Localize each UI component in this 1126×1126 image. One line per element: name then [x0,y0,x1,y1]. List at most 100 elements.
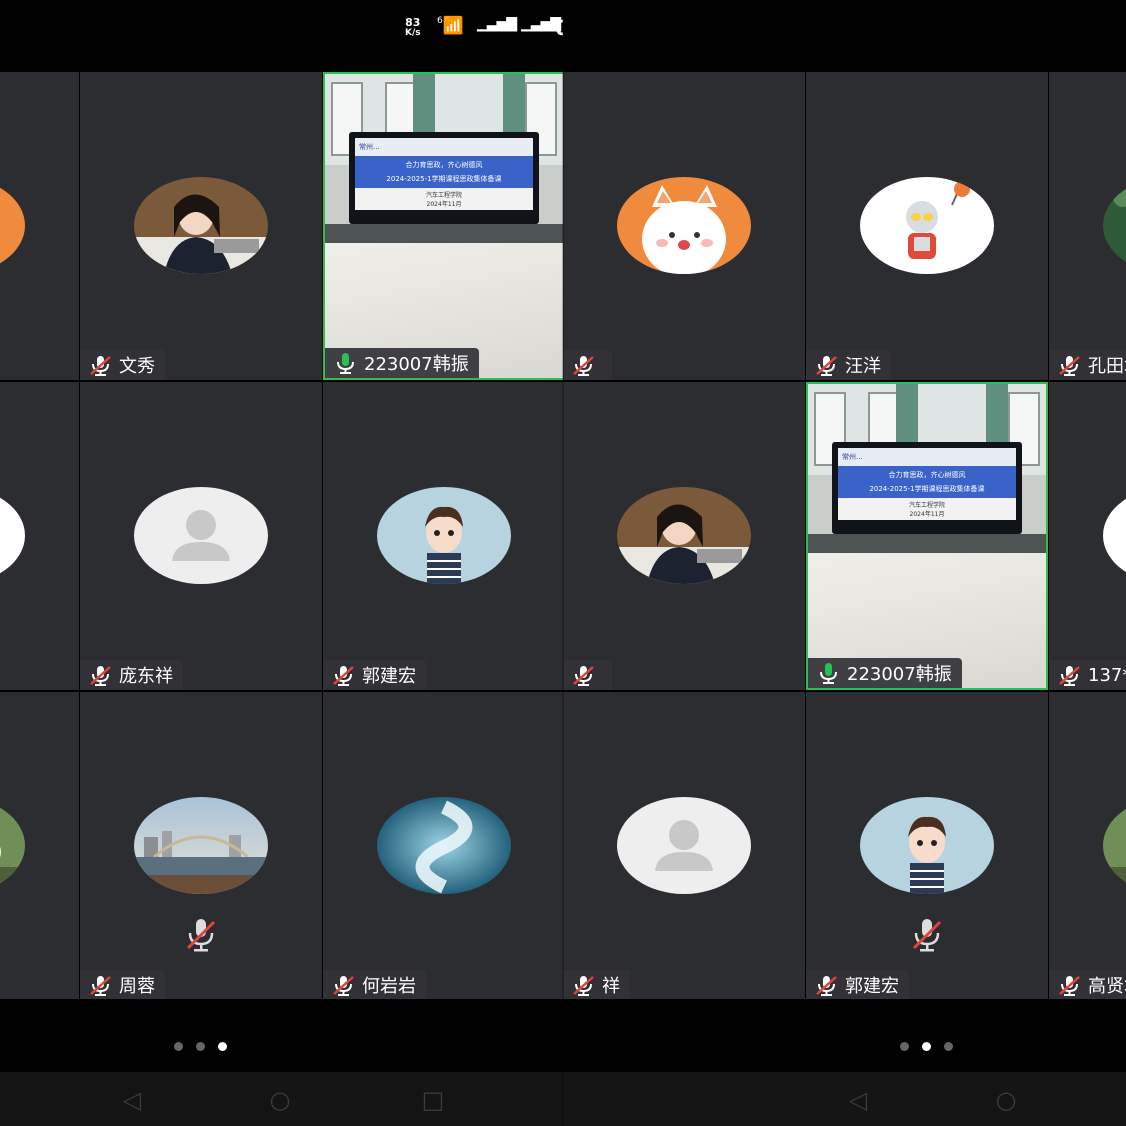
participant-tile[interactable]: 庞东祥 [80,382,322,690]
mic-off-icon [1057,354,1081,376]
participant-tile[interactable]: 常州... 合力育思政，齐心树德风 2024-2025-1学期课程思政集体备课 … [806,382,1048,690]
bunny-avatar [0,177,25,274]
camera-video-feed: 常州... 合力育思政，齐心树德风 2024-2025-1学期课程思政集体备课 … [808,384,1046,688]
woman-photo-avatar [617,487,751,584]
participant-name: 孔田增 [1088,356,1126,377]
meeting-screen: 91.5K/s 6📶 ▁▃▅▇ ▁▃▅▇ 05 ◉ ⏰ ✱ ▮ 汪洋 孔田增 常… [563,0,1126,1126]
panda-avatar [0,797,25,894]
display-line1: 合力育思政，齐心树德风 [405,161,483,169]
participant-name-tag [563,350,612,380]
default-avatar [617,797,751,894]
page-dot[interactable] [173,1042,183,1051]
participant-tile[interactable]: 何岩岩 [323,692,563,1000]
participant-name: 郭建宏 [362,666,416,687]
mic-off-icon [331,664,355,686]
right-phone-screenshot: 91.5K/s 6📶 ▁▃▅▇ ▁▃▅▇ 05 ◉ ⏰ ✱ ▮ 汪洋 孔田增 常… [563,0,1126,1126]
back-icon[interactable]: ◁ [846,1088,870,1112]
mic-off-icon [814,974,838,996]
home-icon[interactable]: ○ [268,1088,292,1112]
participant-tile[interactable]: 汪洋 [806,72,1048,380]
participant-name: 郭建宏 [845,976,899,997]
mic-off-icon [1057,664,1081,686]
girl-scooter-avatar [1103,487,1126,584]
page-dot[interactable] [921,1042,931,1051]
page-dot[interactable] [195,1042,205,1051]
display-school-name: 常州... [838,448,1016,466]
participant-tile[interactable] [563,72,805,380]
camera-video-feed: 常州... 合力育思政，齐心树德风 2024-2025-1学期课程思政集体备课 … [325,74,563,378]
status-bar: 83K/s 6📶 ▁▃▅▇ ▁▃▅▇ 05 ◉ ⏰ ✱ ▮ [0,0,563,62]
mic-off-icon [88,974,112,996]
status-bar: 91.5K/s 6📶 ▁▃▅▇ ▁▃▅▇ 05 ◉ ⏰ ✱ ▮ [563,0,1126,62]
participant-name-tag [563,660,612,690]
participant-name: 文秀 [119,356,155,377]
participant-name: 祥 [602,976,620,997]
participant-tile[interactable]: 常州... 合力育思政，齐心树德风 2024-2025-1学期课程思政集体备课 … [323,72,563,380]
participant-tile[interactable]: *****0160 [0,382,79,690]
girl-scooter-avatar [0,487,25,584]
participant-name-tag: 何岩岩 [323,970,426,1000]
participant-tile[interactable]: 周蓉 [80,692,322,1000]
display-line1: 合力育思政，齐心树德风 [888,471,966,479]
participant-grid: 汪洋 孔田增 常州... 合力育思政，齐心树德风 2024-2025-1学期课程… [563,72,1126,1000]
page-indicator-bar [0,999,563,1072]
participant-name-tag: 周蓉 [80,970,165,1000]
back-icon[interactable]: ◁ [120,1088,144,1112]
participant-name-tag: 文秀 [80,350,165,380]
woman-photo-avatar [134,177,268,274]
muted-mic-icon [909,917,945,953]
participant-name: 223007韩振 [364,354,469,375]
participant-name-tag: 高贤君 [1049,970,1126,1000]
screenshot-divider [562,0,564,1126]
display-line2: 2024-2025-1学期课程思政集体备课 [869,485,985,493]
muted-mic-icon [183,917,219,953]
participant-name: 庞东祥 [119,666,173,687]
display-line4: 2024年11月 [909,511,945,518]
display-line3: 汽车工程学院 [425,192,462,199]
participant-name-tag: 郭建宏 [806,970,909,1000]
mic-off-icon [814,354,838,376]
participant-name-tag: 庞东祥 [80,660,183,690]
participant-name-tag: 孔田增 [1049,350,1126,380]
participant-name-tag: 137****016 [1049,660,1126,690]
recents-icon[interactable]: □ [421,1088,445,1112]
participant-name-tag: 郭建宏 [323,660,426,690]
page-dot[interactable] [217,1042,227,1051]
meeting-screen: 83K/s 6📶 ▁▃▅▇ ▁▃▅▇ 05 ◉ ⏰ ✱ ▮ 文秀 常州... 合… [0,0,563,1126]
participant-tile[interactable]: 文秀 [80,72,322,380]
participant-grid: 文秀 常州... 合力育思政，齐心树德风 2024-2025-1学期课程思政集体… [0,72,563,1000]
participant-tile[interactable]: 137****016 [1049,382,1126,690]
participant-name-tag: 祥 [563,970,630,1000]
participant-tile[interactable]: 高贤君 [1049,692,1126,1000]
mic-off-icon [331,974,355,996]
mic-on-icon [333,352,357,374]
home-icon[interactable]: ○ [994,1088,1018,1112]
system-nav-bar: ◁ ○ □ [0,1072,563,1126]
mic-off-icon [88,664,112,686]
participant-tile[interactable] [563,382,805,690]
cell-signal-icon: ▁▃▅▇ [477,16,517,32]
participant-name: 137****016 [1088,664,1126,686]
page-dot[interactable] [943,1042,953,1051]
participant-name-tag: 汪洋 [806,350,891,380]
mic-off-icon [571,354,595,376]
participant-tile[interactable]: 祥 [563,692,805,1000]
mic-off-icon [571,974,595,996]
participant-tile[interactable]: 郭建宏 [806,692,1048,1000]
participant-tile[interactable]: 郭建宏 [323,382,563,690]
classroom-display: 常州... 合力育思政，齐心树德风 2024-2025-1学期课程思政集体备课 … [349,132,539,224]
classroom-display: 常州... 合力育思政，齐心树德风 2024-2025-1学期课程思政集体备课 … [832,442,1022,534]
panda-avatar [1103,797,1126,894]
display-line2: 2024-2025-1学期课程思政集体备课 [386,175,502,183]
display-line3: 汽车工程学院 [908,502,945,509]
participant-tile[interactable]: 君 [0,692,79,1000]
display-school-name: 常州... [355,138,533,156]
page-dot[interactable] [899,1042,909,1051]
participant-tile[interactable] [0,72,79,380]
mic-off-icon [571,664,595,686]
participant-tile[interactable]: 孔田增 [1049,72,1126,380]
participant-name: 223007韩振 [847,664,952,685]
participant-name: 汪洋 [845,356,881,377]
default-avatar [134,487,268,584]
mic-on-icon [816,662,840,684]
